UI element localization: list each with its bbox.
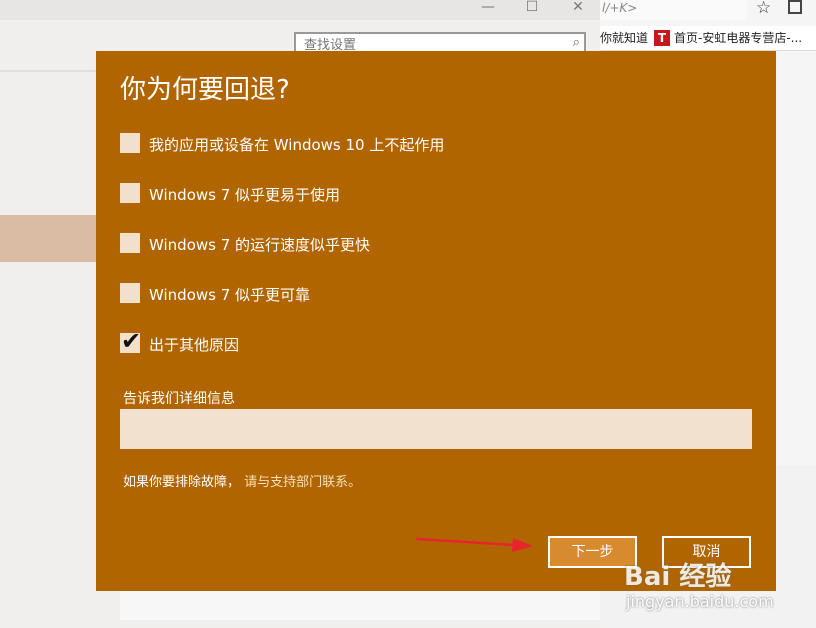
bookmark-item[interactable]: 首页-安虹电器专营店-... — [674, 26, 802, 50]
option-label: 出于其他原因 — [149, 336, 240, 354]
detail-label: 告诉我们详细信息 — [123, 391, 235, 407]
watermark-url: jingyan.baidu.com — [626, 592, 774, 611]
option-label: 我的应用或设备在 Windows 10 上不起作用 — [149, 136, 445, 154]
checkmark-icon: ✔ — [121, 327, 142, 355]
selected-nav-item[interactable] — [0, 215, 96, 262]
rollback-reason-dialog: 你为何要回退? 我的应用或设备在 Windows 10 上不起作用 Window… — [96, 51, 776, 591]
option-label: Windows 7 的运行速度似乎更快 — [149, 236, 371, 254]
annotation-arrow — [415, 537, 533, 552]
close-button[interactable]: ✕ — [564, 0, 592, 16]
settings-content-area — [120, 590, 600, 620]
checkbox[interactable] — [120, 283, 140, 303]
checkbox[interactable] — [120, 133, 140, 153]
troubleshoot-prefix: 如果你要排除故障， — [123, 475, 241, 490]
maximize-button[interactable]: ☐ — [518, 0, 546, 16]
option-label: Windows 7 似乎更可靠 — [149, 286, 311, 304]
detail-input[interactable] — [120, 409, 752, 449]
minimize-button[interactable]: — — [474, 0, 502, 16]
bookmark-item[interactable]: 你就知道 — [600, 26, 648, 50]
contact-support-link[interactable]: 请与支持部门联系。 — [244, 475, 361, 490]
watermark-logo-text: Bai 经验 — [624, 562, 732, 592]
tmall-logo-icon: T — [654, 30, 670, 46]
settings-titlebar: — ☐ ✕ — [0, 0, 600, 20]
dialog-title: 你为何要回退? — [120, 75, 290, 105]
star-icon[interactable]: ☆ — [756, 0, 771, 18]
checkbox[interactable] — [120, 233, 140, 253]
address-bar[interactable]: l/+K> — [600, 0, 747, 20]
bookmarks-bar: 你就知道 T 首页-安虹电器专营店-... — [600, 26, 816, 51]
search-icon[interactable]: ⌕ — [573, 35, 580, 50]
option-label: Windows 7 似乎更易于使用 — [149, 186, 341, 204]
baidu-watermark: Bai 经验 jingyan.baidu.com — [624, 556, 814, 620]
troubleshoot-text: 如果你要排除故障， 请与支持部门联系。 — [123, 471, 361, 490]
checkbox-checked[interactable]: ✔ — [120, 327, 141, 355]
checkbox[interactable] — [120, 183, 140, 203]
menu-icon[interactable] — [788, 0, 802, 14]
